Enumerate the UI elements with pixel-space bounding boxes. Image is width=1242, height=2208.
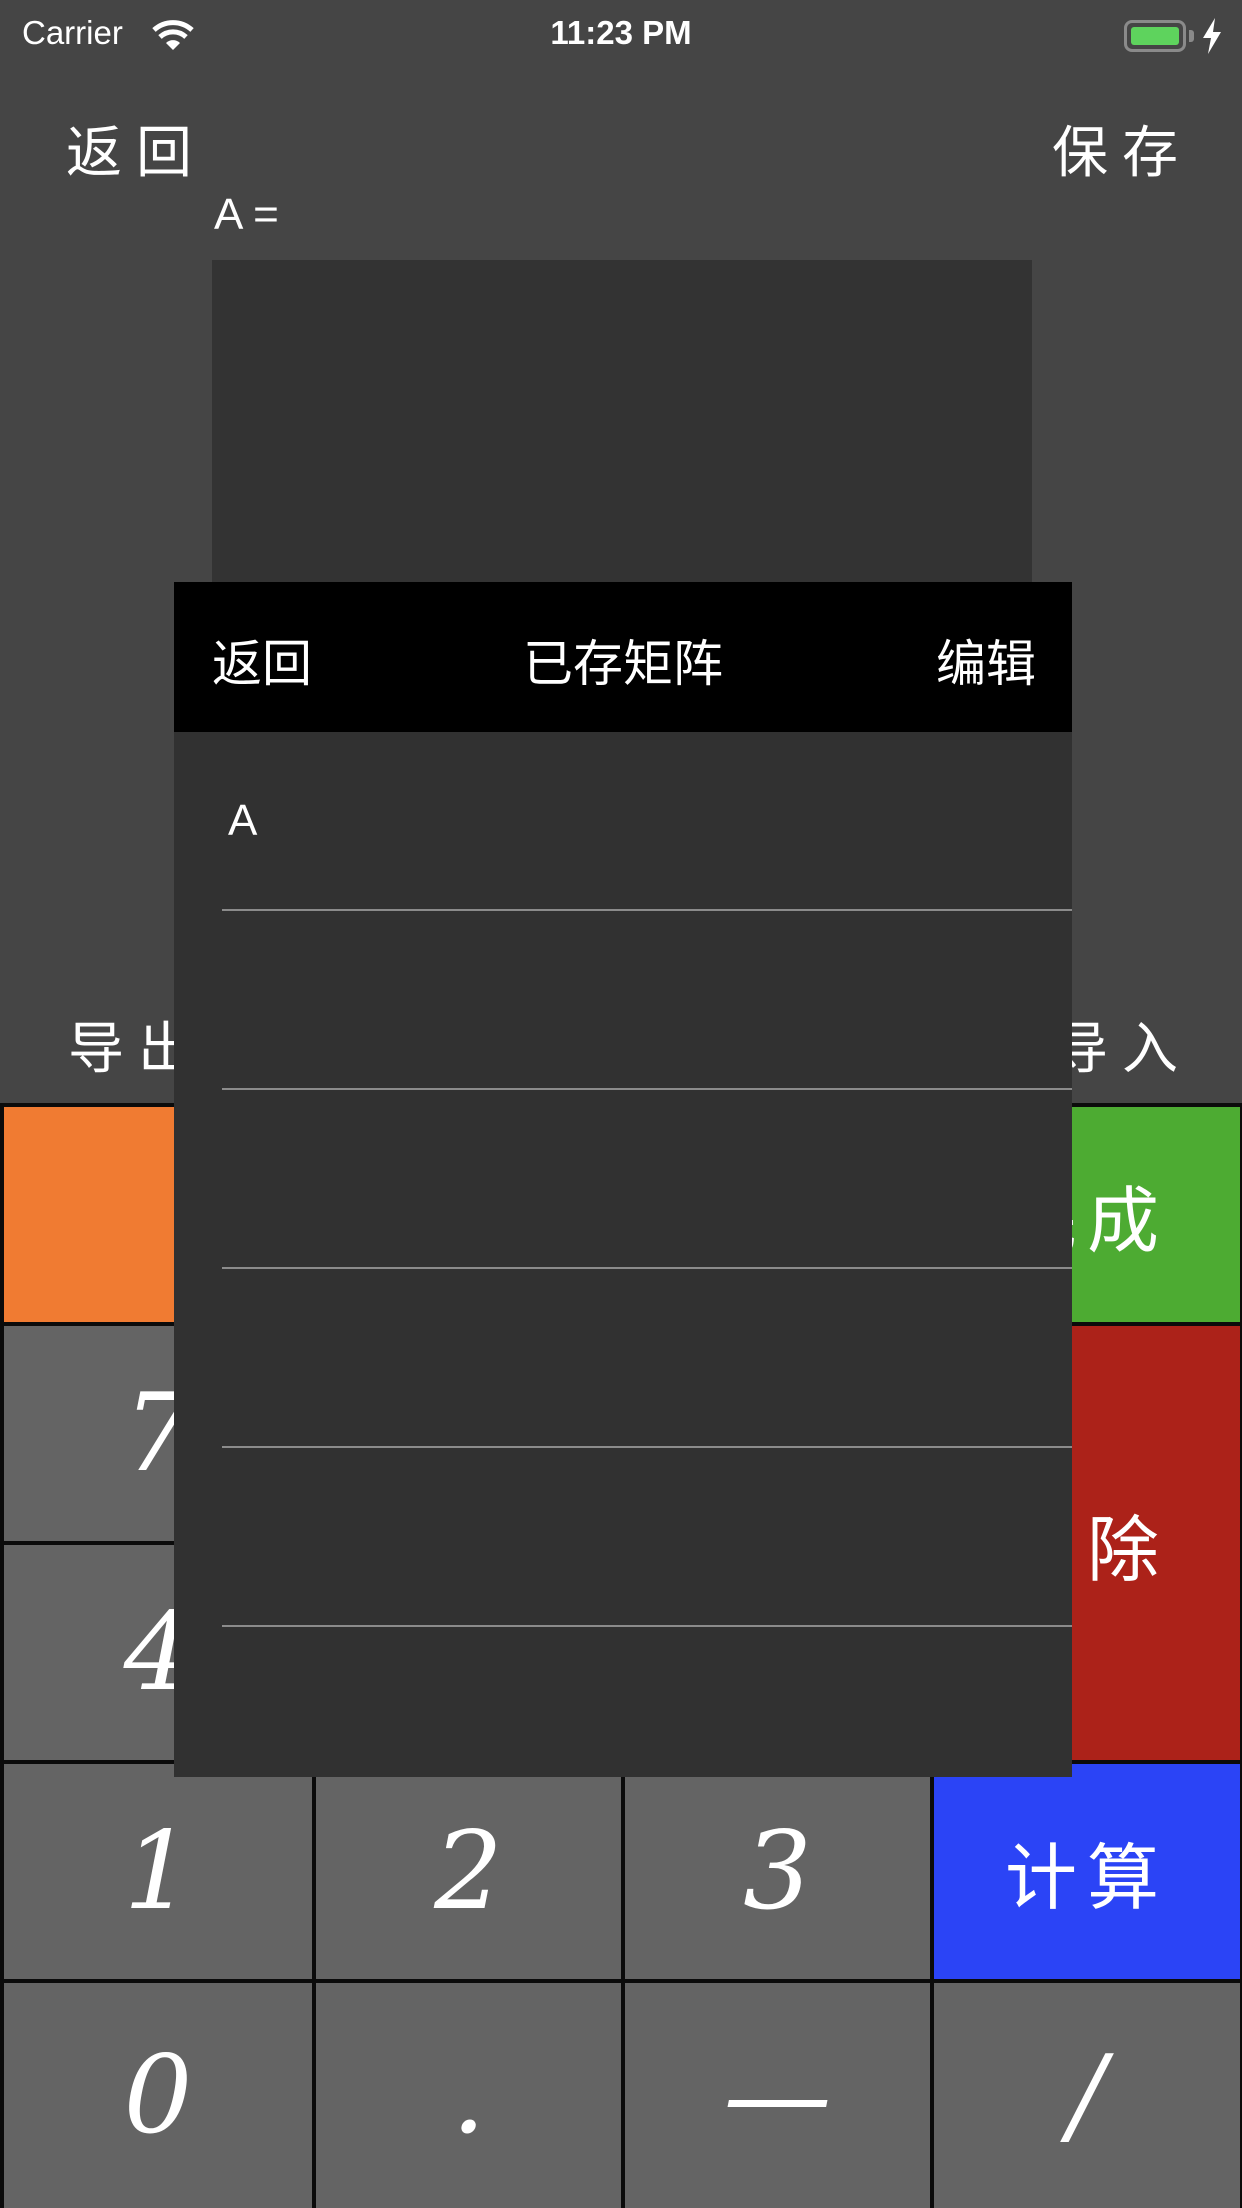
- charging-bolt-icon: [1203, 18, 1221, 54]
- key-1[interactable]: 1: [4, 1764, 312, 1979]
- save-button[interactable]: 保存: [1052, 108, 1192, 189]
- key-minus[interactable]: —: [625, 1983, 930, 2208]
- list-item-label: A: [228, 796, 258, 845]
- list-item[interactable]: [222, 911, 1072, 1090]
- import-button[interactable]: 导入: [1052, 1004, 1192, 1085]
- list-item[interactable]: A: [222, 732, 1072, 911]
- list-item[interactable]: [222, 1269, 1072, 1448]
- battery-icon: [1124, 20, 1186, 52]
- back-button[interactable]: 返回: [66, 108, 206, 189]
- battery-level: [1131, 27, 1179, 45]
- clock: 11:23 PM: [550, 14, 692, 51]
- battery-nub: [1189, 30, 1194, 42]
- key-slash[interactable]: /: [934, 1983, 1240, 2208]
- saved-matrices-popup: 已存矩阵 返回 编辑 A: [174, 582, 1072, 1777]
- list-item[interactable]: [222, 1448, 1072, 1627]
- matrix-editor[interactable]: [212, 260, 1032, 590]
- popup-back-button[interactable]: 返回: [212, 624, 312, 696]
- status-bar: Carrier 11:23 PM: [0, 0, 1242, 70]
- saved-matrices-list: A: [174, 732, 1072, 1627]
- calculate-key[interactable]: 计算: [934, 1764, 1240, 1979]
- key-dot[interactable]: .: [316, 1983, 621, 2208]
- popup-nav-bar: 已存矩阵 返回 编辑: [174, 582, 1072, 732]
- list-item[interactable]: [222, 1090, 1072, 1269]
- key-3[interactable]: 3: [625, 1764, 930, 1979]
- popup-edit-button[interactable]: 编辑: [936, 624, 1036, 696]
- matrix-name-label: A =: [214, 190, 279, 239]
- key-2[interactable]: 2: [316, 1764, 621, 1979]
- key-0[interactable]: 0: [4, 1983, 312, 2208]
